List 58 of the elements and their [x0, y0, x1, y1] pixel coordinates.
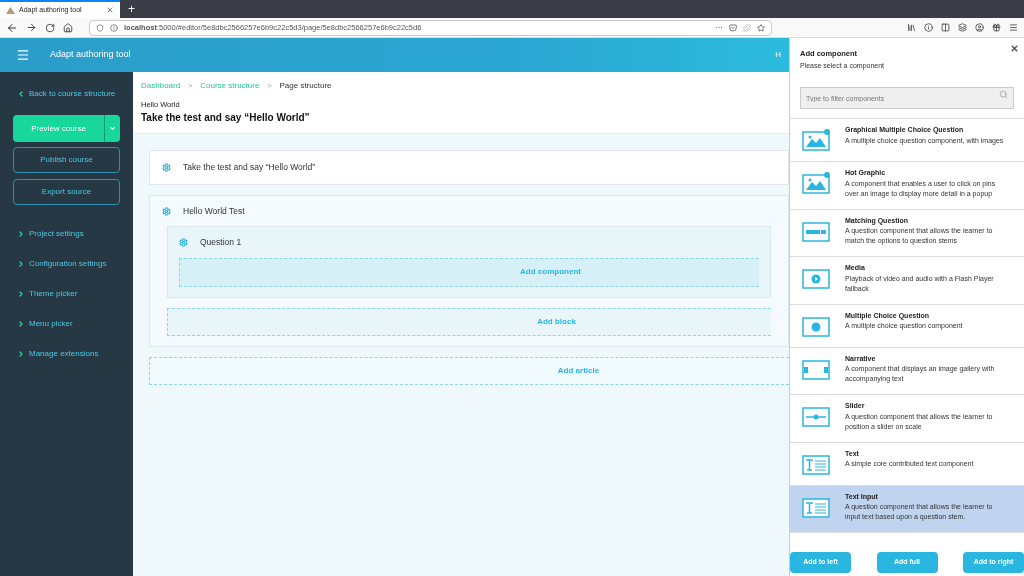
sidebar-link[interactable]: Configuration settings: [17, 257, 120, 270]
component-icon: [802, 267, 830, 290]
new-tab-button[interactable]: +: [120, 0, 143, 18]
sidebar-link-text: Configuration settings: [29, 257, 107, 270]
chevron-right-icon: [17, 319, 25, 328]
sidebar-link[interactable]: Menu picker: [17, 317, 120, 330]
page-title: Take the test and say “Hello World”: [141, 111, 310, 126]
block-title: Hello World Test: [183, 204, 245, 218]
component-icon: [802, 452, 830, 475]
menu-icon[interactable]: [1009, 23, 1018, 32]
library-icon[interactable]: [907, 23, 916, 32]
component-icon: [802, 405, 830, 428]
user-name: H: [775, 49, 781, 61]
home-icon[interactable]: [63, 22, 73, 33]
more-actions-button[interactable]: ···: [715, 21, 723, 34]
tab-favicon-icon: [6, 6, 15, 14]
component-icon: [802, 357, 830, 380]
forward-icon[interactable]: [26, 22, 37, 33]
sidebar-link-text: Theme picker: [29, 287, 78, 300]
reload-icon[interactable]: [45, 22, 55, 33]
back-link[interactable]: Back to course structure: [17, 88, 120, 100]
component-icon: [802, 129, 830, 152]
export-button[interactable]: Export source: [13, 179, 120, 205]
publish-button[interactable]: Publish course: [13, 147, 120, 173]
component-icon: [802, 495, 830, 518]
shield-icon: [96, 23, 104, 32]
sidebar-link[interactable]: Project settings: [17, 227, 120, 240]
back-link-text: Back to course structure: [29, 88, 116, 100]
account-icon[interactable]: [975, 23, 984, 32]
chevron-right-icon: [17, 229, 25, 238]
component-icon: [802, 172, 830, 195]
caret-icon: [109, 125, 116, 132]
gift-icon[interactable]: [992, 23, 1001, 32]
chevron-left-icon: [17, 90, 25, 98]
layers-icon[interactable]: [958, 23, 967, 32]
pocket-icon[interactable]: [729, 23, 737, 32]
star-icon[interactable]: [757, 23, 765, 32]
close-icon[interactable]: [1010, 44, 1019, 53]
info-icon[interactable]: [924, 23, 933, 32]
back-icon[interactable]: [6, 21, 18, 34]
chevron-right-icon: [17, 349, 25, 358]
sidebar-link-text: Project settings: [29, 227, 84, 240]
info-icon: [110, 23, 118, 32]
sidebar-link[interactable]: Manage extensions: [17, 347, 120, 360]
chevron-right-icon: [17, 259, 25, 268]
breadcrumb-current: Page structure: [279, 80, 332, 92]
component-title: Question 1: [200, 235, 242, 249]
search-icon: [999, 89, 1008, 99]
app-title: Adapt authoring tool: [50, 48, 131, 62]
chevron-right-icon: [17, 289, 25, 298]
close-icon[interactable]: [106, 6, 114, 14]
sidebar-link-text: Manage extensions: [29, 347, 99, 360]
component-icon: [802, 314, 830, 337]
sidebar-link[interactable]: Theme picker: [17, 287, 120, 300]
sidebar-icon[interactable]: [941, 23, 950, 32]
article-title: Take the test and say “Hello World”: [183, 161, 316, 175]
sidebar-link-text: Menu picker: [29, 317, 73, 330]
component-icon: [802, 219, 830, 242]
